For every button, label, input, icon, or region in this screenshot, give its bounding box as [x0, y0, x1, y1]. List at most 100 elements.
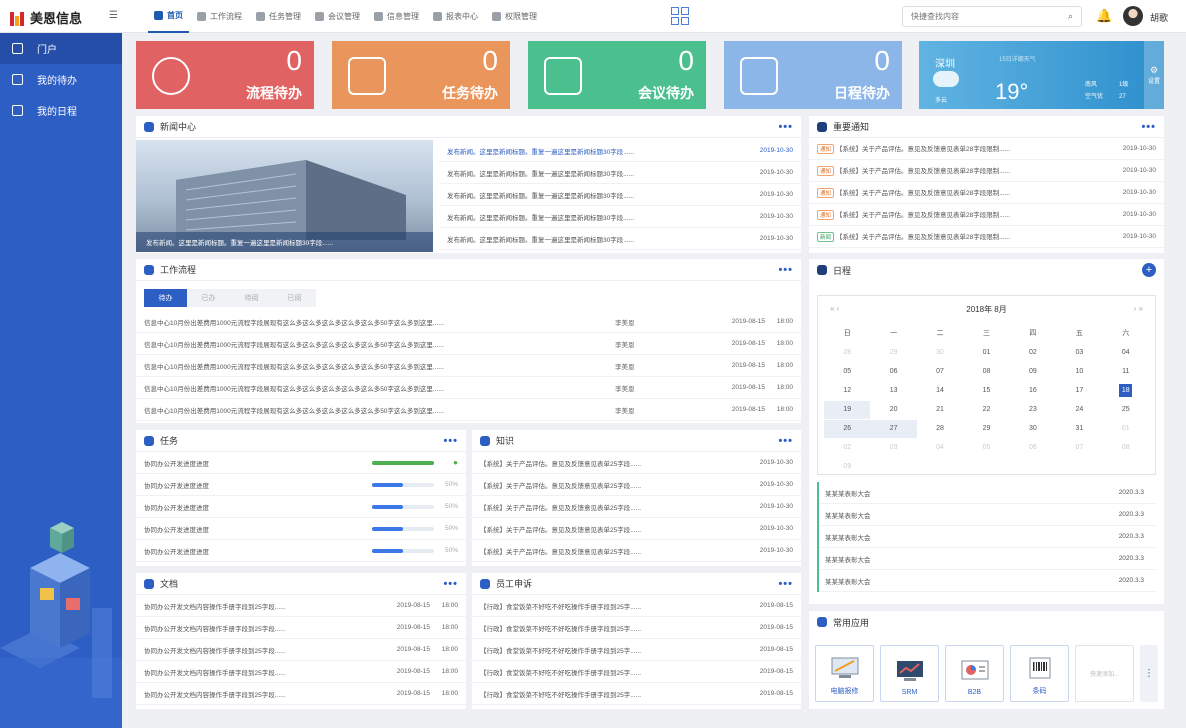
table-row[interactable]: 信息中心10月份出差费用1000元流程字段展现有这么多这么多这么多这么多这么多5… — [136, 311, 801, 333]
task-row[interactable]: 协同办公开发进度进度 50% — [136, 540, 466, 562]
task-row[interactable]: 协同办公开发进度进度 50% — [136, 518, 466, 540]
news-image[interactable]: 发布新闻。这里是新闻标题。重复一遍这里是新闻标题30字段...... — [136, 140, 433, 252]
hamburger-icon[interactable]: ☰ — [109, 10, 118, 21]
calendar-day[interactable]: 03 — [870, 439, 916, 457]
calendar-day[interactable]: 27 — [870, 420, 917, 438]
more-button[interactable]: ••• — [778, 578, 793, 590]
list-item[interactable]: 【行政】食堂饭菜不好吃不好吃操作手册字段到25字...... 2019-08-15 — [472, 639, 801, 661]
list-item[interactable]: 通知 【系统】关于产品评估。意见及反馈意见表单28字段限制...... 2019-1… — [809, 160, 1164, 182]
calendar-day[interactable]: 15 — [963, 382, 1009, 400]
app-srm[interactable]: SRM — [880, 645, 939, 702]
more-button[interactable]: ••• — [778, 264, 793, 276]
nav-permissions[interactable]: 权限管理 — [486, 0, 543, 33]
calendar-day[interactable]: 01 — [963, 344, 1009, 362]
calendar-day[interactable]: 16 — [1010, 382, 1056, 400]
task-row[interactable]: 协同办公开发进度进度 50% — [136, 496, 466, 518]
list-item[interactable]: 【行政】食堂饭菜不好吃不好吃操作手册字段到25字...... 2019-08-15 — [472, 617, 801, 639]
list-item[interactable]: 发布新闻。这里是新闻标题。重复一遍这里是新闻标题30字段...... 2019-1… — [439, 228, 801, 250]
list-item[interactable]: 通知 【系统】关于产品评估。意见及反馈意见表单28字段限制...... 2019-1… — [809, 204, 1164, 226]
more-button[interactable]: ••• — [778, 121, 793, 133]
tab-to-read[interactable]: 待阅 — [230, 289, 273, 307]
add-event-button[interactable]: + — [1142, 263, 1156, 277]
nav-workflow[interactable]: 工作流程 — [191, 0, 248, 33]
calendar-day[interactable]: 04 — [1103, 344, 1149, 362]
calendar-day[interactable]: 26 — [824, 420, 871, 438]
list-item[interactable]: 某某某表彰大会 2020.3.3 — [819, 548, 1156, 570]
list-item[interactable]: 【系统】关于产品评估。意见及反馈意见表单25字段...... 2019-10-30 — [472, 496, 801, 518]
list-item[interactable]: 新闻 【系统】关于产品评估。意见及反馈意见表单28字段限制...... 2019-1… — [809, 226, 1164, 248]
app-repair[interactable]: 电脑报修 — [815, 645, 874, 702]
calendar-day[interactable]: 28 — [824, 344, 870, 362]
task-row[interactable]: 协同办公开发进度进度 50% — [136, 474, 466, 496]
nav-meetings[interactable]: 会议管理 — [309, 0, 366, 33]
add-app-button[interactable]: 快速添加... — [1075, 645, 1134, 702]
list-item[interactable]: 某某某表彰大会 2020.3.3 — [819, 526, 1156, 548]
calendar-day[interactable]: 13 — [870, 382, 916, 400]
apps-more-icon[interactable]: ⋮ — [1140, 645, 1158, 702]
calendar-day[interactable]: 12 — [824, 382, 870, 400]
weather-forecast-link[interactable]: 15日详细天气 — [999, 54, 1036, 63]
calendar-day[interactable]: 29 — [963, 420, 1009, 438]
calendar-day[interactable]: 07 — [917, 363, 963, 381]
calendar-day[interactable]: 17 — [1056, 382, 1102, 400]
calendar-day[interactable]: 07 — [1056, 439, 1102, 457]
list-item[interactable]: 某某某表彰大会 2020.3.3 — [819, 482, 1156, 504]
list-item[interactable]: 协同办公开发文档内容操作手册字段到25字段...... 2019-08-15 18:… — [136, 617, 466, 639]
bell-icon[interactable]: 🔔 — [1096, 8, 1112, 24]
list-item[interactable]: 【行政】食堂饭菜不好吃不好吃操作手册字段到25字...... 2019-08-15 — [472, 661, 801, 683]
more-button[interactable]: ••• — [1141, 121, 1156, 133]
more-button[interactable]: ••• — [443, 435, 458, 447]
sidebar-item-portal[interactable]: 门户 — [0, 33, 122, 64]
table-row[interactable]: 信息中心10月份出差费用1000元流程字段展现有这么多这么多这么多这么多这么多5… — [136, 399, 801, 421]
table-row[interactable]: 信息中心10月份出差费用1000元流程字段展现有这么多这么多这么多这么多这么多5… — [136, 377, 801, 399]
nav-reports[interactable]: 报表中心 — [427, 0, 484, 33]
list-item[interactable]: 协同办公开发文档内容操作手册字段到25字段...... 2019-08-15 18:… — [136, 639, 466, 661]
avatar[interactable] — [1123, 6, 1143, 26]
calendar-day[interactable]: 14 — [917, 382, 963, 400]
calendar-day[interactable]: 06 — [1010, 439, 1056, 457]
calendar-day[interactable]: 21 — [917, 401, 963, 419]
next-month-icon[interactable]: › » — [1134, 304, 1143, 315]
sidebar-item-todo[interactable]: 我的待办 — [0, 64, 122, 95]
calendar-day[interactable]: 30 — [1010, 420, 1056, 438]
calendar-day[interactable]: 11 — [1103, 363, 1149, 381]
table-row[interactable]: 信息中心10月份出差费用1000元流程字段展现有这么多这么多这么多这么多这么多5… — [136, 355, 801, 377]
nav-info[interactable]: 信息管理 — [368, 0, 425, 33]
sidebar-item-schedule[interactable]: 我的日程 — [0, 95, 122, 126]
tab-todo[interactable]: 待办 — [144, 289, 187, 307]
more-button[interactable]: ••• — [443, 578, 458, 590]
calendar-day[interactable]: 25 — [1103, 401, 1149, 419]
app-barcode[interactable]: 条码 — [1010, 645, 1069, 702]
list-item[interactable]: 通知 【系统】关于产品评估。意见及反馈意见表单28字段限制...... 2019-1… — [809, 182, 1164, 204]
list-item[interactable]: 发布新闻。这里是新闻标题。重复一遍这里是新闻标题30字段...... 2019-1… — [439, 140, 801, 162]
list-item[interactable]: 通知 【系统】关于产品评估。意见及反馈意见表单28字段限制...... 2019-1… — [809, 138, 1164, 160]
list-item[interactable]: 发布新闻。这里是新闻标题。重复一遍这里是新闻标题30字段...... 2019-1… — [439, 206, 801, 228]
app-grid-icon[interactable] — [671, 7, 689, 25]
calendar-day[interactable]: 02 — [824, 439, 870, 457]
list-item[interactable]: 【行政】食堂饭菜不好吃不好吃操作手册字段到25字...... 2019-08-15 — [472, 683, 801, 705]
calendar-day[interactable]: 23 — [1010, 401, 1056, 419]
list-item[interactable]: 某某某表彰大会 2020.3.3 — [819, 570, 1156, 592]
calendar-day[interactable]: 08 — [1103, 439, 1149, 457]
stat-card-task[interactable]: 0 任务待办 — [332, 41, 510, 109]
calendar-day[interactable]: 03 — [1056, 344, 1102, 362]
calendar-day[interactable]: 01 — [1103, 420, 1149, 438]
search-icon[interactable]: ⌕ — [1068, 11, 1073, 22]
nav-tasks[interactable]: 任务管理 — [250, 0, 307, 33]
calendar-day[interactable]: 22 — [963, 401, 1009, 419]
stat-card-meeting[interactable]: 0 会议待办 — [528, 41, 706, 109]
table-row[interactable]: 信息中心10月份出差费用1000元流程字段展现有这么多这么多这么多这么多这么多5… — [136, 333, 801, 355]
logo[interactable]: 美恩信息 — [10, 8, 82, 27]
calendar-day[interactable]: 06 — [870, 363, 916, 381]
list-item[interactable]: 【系统】关于产品评估。意见及反馈意见表单25字段...... 2019-10-30 — [472, 540, 801, 562]
tab-done[interactable]: 已办 — [187, 289, 230, 307]
stat-card-schedule[interactable]: 0 日程待办 — [724, 41, 902, 109]
calendar-day[interactable]: 24 — [1056, 401, 1102, 419]
list-item[interactable]: 【系统】关于产品评估。意见及反馈意见表单25字段...... 2019-10-30 — [472, 518, 801, 540]
list-item[interactable]: 【系统】关于产品评估。意见及反馈意见表单25字段...... 2019-10-30 — [472, 474, 801, 496]
list-item[interactable]: 发布新闻。这里是新闻标题。重复一遍这里是新闻标题30字段...... 2019-1… — [439, 162, 801, 184]
list-item[interactable]: 某某某表彰大会 2020.3.3 — [819, 504, 1156, 526]
search-input[interactable] — [911, 12, 1051, 21]
calendar-day[interactable]: 30 — [917, 344, 963, 362]
calendar-day[interactable]: 20 — [870, 401, 916, 419]
